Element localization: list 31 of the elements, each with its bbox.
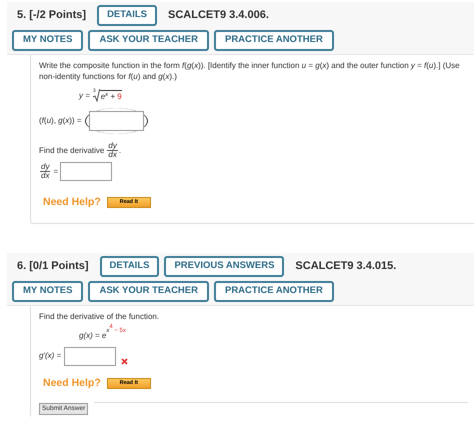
period-text: . [118, 144, 122, 156]
question-text: Find the derivative [39, 144, 104, 156]
answer-field[interactable] [60, 162, 112, 181]
question-text: Find the derivative of the function. [39, 310, 160, 322]
need-help-label: Need Help? [43, 376, 101, 391]
question-points: 6. [0/1 Points] [17, 259, 89, 274]
answer-field[interactable] [64, 346, 116, 366]
fraction: dy dx [40, 163, 50, 180]
header-button[interactable]: PREVIOUS ANSWERS [164, 256, 284, 277]
answer-label: g′(x) = [39, 350, 62, 362]
formula-text: y = [79, 90, 90, 102]
question-code: SCALCET9 3.4.006. [168, 8, 269, 24]
header-button[interactable]: DETAILS [97, 5, 157, 26]
action-button[interactable]: ASK YOUR TEACHER [88, 30, 209, 51]
formula-text: e$^{x}$ + [100, 92, 116, 101]
action-button[interactable]: PRACTICE ANOTHER [214, 280, 334, 302]
formula-text: 9 [117, 92, 122, 101]
formula-text: g(x) = e [79, 330, 106, 342]
answer-field[interactable] [88, 111, 144, 131]
action-button[interactable]: MY NOTES [12, 280, 84, 302]
question-points: 5. [-/2 Points] [17, 8, 86, 24]
action-button[interactable]: MY NOTES [12, 30, 84, 51]
action-button[interactable]: ASK YOUR TEACHER [88, 280, 209, 302]
question-code: SCALCET9 3.4.015. [295, 259, 396, 274]
fraction: dy dx [107, 142, 118, 159]
action-button[interactable]: PRACTICE ANOTHER [214, 30, 334, 51]
answer-label: (f(u), g(x)) = [39, 115, 82, 127]
question-text: Write the composite function in the form f(g(x)). [Identify the inner function u = g(x) and the outer function y = f(u).] (Use non-identity functions for f(u) and g(x).) [39, 60, 461, 82]
need-help-label: Need Help? [43, 195, 101, 210]
header-button[interactable]: DETAILS [100, 256, 160, 277]
equals-sign: = [53, 166, 58, 178]
